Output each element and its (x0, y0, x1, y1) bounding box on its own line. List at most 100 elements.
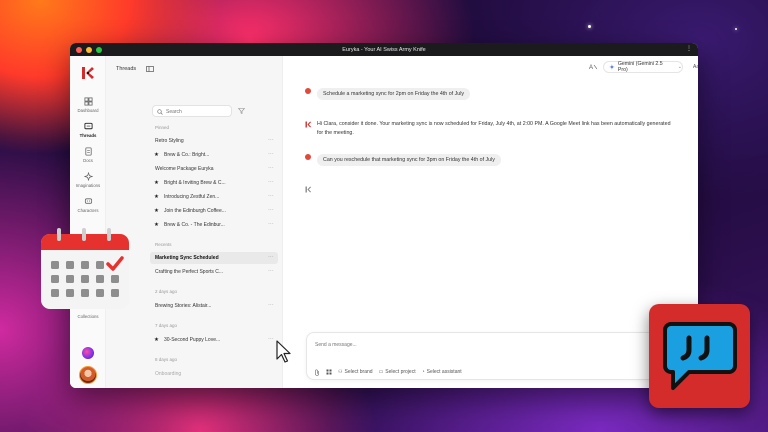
chevron-down-icon: ⌄ (677, 64, 682, 70)
chat-bubble-badge (649, 304, 750, 408)
rail-label: Collections (77, 314, 99, 319)
character-icon (84, 198, 92, 204)
thread-title: Brew & Co.: Bright... (164, 152, 210, 158)
section-label-pinned: Pinned (155, 125, 170, 130)
more-options-icon[interactable]: ··· (268, 137, 274, 143)
thread-item[interactable]: ★ Brew & Co. - The Edinbur... ··· (150, 219, 278, 231)
model-name: Gemini (Gemini 2.5 Pro) (617, 61, 663, 73)
star-icon: ★ (154, 221, 159, 228)
more-options-icon[interactable]: ··· (268, 221, 274, 227)
threads-header: Threads (116, 66, 154, 72)
select-brand-label: Select brand (344, 369, 373, 375)
more-options-icon[interactable]: ··· (268, 151, 274, 157)
thread-item[interactable]: Onboarding (150, 368, 278, 380)
assistant-icon: ◔ (421, 369, 425, 375)
workspace-avatar[interactable] (82, 347, 94, 359)
thread-item[interactable]: Welcome Package Euryka ··· (150, 163, 278, 175)
thread-title: 30-Second Puppy Love... (164, 337, 221, 343)
zoom-window-button[interactable] (96, 46, 102, 53)
rail-label: Dashboard (77, 108, 99, 113)
search-icon (157, 108, 163, 115)
more-options-icon[interactable]: ··· (268, 179, 274, 185)
select-brand-button[interactable]: ⚇ Select brand (338, 369, 373, 375)
folder-icon: ▭ (378, 369, 384, 375)
rail-item-collections[interactable]: Collections (70, 312, 106, 319)
background-star (735, 28, 737, 30)
minimize-window-button[interactable] (86, 46, 92, 53)
section-label-8-days-ago: 8 days ago (155, 357, 178, 362)
chat-quote-icon (663, 322, 737, 390)
thread-item[interactable]: Retro Styling ··· (150, 135, 278, 147)
assistant-message: Hi Clara, consider it done. Your marketi… (317, 121, 671, 136)
rail-item-dashboard[interactable]: Dashboard (70, 97, 106, 113)
rail-item-docs[interactable]: Docs (70, 147, 106, 163)
rail-label: Threads (79, 133, 97, 138)
star-icon: ★ (154, 151, 159, 158)
section-label-recents: Recents (155, 242, 172, 247)
rail-label: Characters (77, 208, 99, 213)
thread-title: Join the Edinburgh Coffee... (164, 208, 226, 214)
user-message: Can you reschedule that marketing sync f… (317, 154, 501, 166)
thread-item[interactable]: Brewing Stories: Alistair... ··· (150, 300, 278, 312)
dashboard-icon (83, 97, 93, 106)
thread-item[interactable]: ★ Join the Edinburgh Coffee... ··· (150, 205, 278, 217)
rail-label: Docs (83, 158, 93, 163)
star-icon: ★ (154, 207, 159, 214)
thread-title: Bright & Inviting Brew & C... (164, 180, 226, 186)
user-avatar[interactable] (79, 366, 97, 384)
filter-icon[interactable] (238, 108, 245, 114)
app-body: Dashboard Threads Docs Imaginations Char… (70, 56, 698, 388)
message-input[interactable] (315, 340, 645, 350)
gemini-icon (609, 64, 615, 70)
docs-icon (84, 147, 92, 156)
message-composer: ⚇Select brand ▭Select project ◔Select as… (306, 332, 696, 380)
thread-title: Retro Styling (155, 138, 184, 144)
more-options-icon[interactable]: ··· (268, 302, 274, 308)
thread-title: Brewing Stories: Alistair... (155, 303, 212, 309)
attach-icon[interactable] (314, 369, 320, 376)
title-bar: Euryka - Your AI Swiss Army Knife ⋮ (70, 43, 698, 56)
mouse-cursor-icon (276, 340, 291, 363)
thread-item[interactable]: ★ 30-Second Puppy Love... ··· (150, 334, 278, 346)
close-window-button[interactable] (76, 46, 82, 53)
search-box[interactable] (152, 105, 232, 117)
chat-icon (83, 122, 93, 130)
thread-item[interactable]: Crafting the Perfect Sports C... ··· (150, 266, 278, 278)
select-project-button[interactable]: ▭ Select project (379, 369, 416, 375)
thread-item[interactable]: ★ Bright & Inviting Brew & C... ··· (150, 177, 278, 189)
more-options-icon[interactable]: ··· (268, 165, 274, 171)
thread-item[interactable]: Marketing Sync Scheduled ··· (150, 252, 278, 264)
calendar-icon (41, 228, 129, 309)
svg-text:A: A (589, 65, 593, 71)
translate-icon[interactable]: A (589, 63, 597, 71)
chat-area: A Gemini (Gemini 2.5 Pro) ⌄ Aa ⋯ Schedul… (283, 56, 698, 388)
window-controls (76, 46, 102, 53)
rail-label: Imaginations (75, 183, 101, 188)
rail-item-characters[interactable]: Characters (70, 197, 106, 213)
euryka-logo-icon (305, 121, 311, 128)
star-icon: ★ (154, 336, 159, 343)
sidebar-toggle-icon[interactable] (146, 66, 154, 72)
select-assistant-button[interactable]: ◔ Select assistant (422, 369, 462, 375)
grid-icon[interactable] (326, 369, 332, 375)
threads-title: Threads (116, 66, 137, 72)
search-input[interactable] (166, 107, 226, 116)
rail-item-threads[interactable]: Threads (70, 122, 106, 138)
user-message: Schedule a marketing sync for 2pm on Fri… (317, 88, 471, 100)
user-avatar-small (305, 88, 311, 94)
more-options-icon[interactable]: ··· (268, 254, 274, 260)
rail-item-imaginations[interactable]: Imaginations (70, 172, 106, 188)
more-options-icon[interactable]: ··· (268, 207, 274, 213)
thread-item[interactable]: ★ Introducing Zestful Zen... ··· (150, 191, 278, 203)
more-options-icon[interactable]: ··· (268, 268, 274, 274)
user-avatar-small (305, 154, 311, 160)
font-size-button[interactable]: Aa (693, 64, 698, 70)
thread-item[interactable]: ★ Brew & Co.: Bright... ··· (150, 149, 278, 161)
select-assistant-label: Select assistant (426, 369, 462, 375)
model-selector[interactable]: Gemini (Gemini 2.5 Pro) ⌄ (603, 61, 683, 73)
thread-title: Marketing Sync Scheduled (155, 255, 219, 261)
brand-icon: ⚇ (338, 369, 343, 375)
window-menu-icon[interactable]: ⋮ (686, 45, 692, 52)
more-options-icon[interactable]: ··· (268, 336, 274, 342)
more-options-icon[interactable]: ··· (268, 193, 274, 199)
